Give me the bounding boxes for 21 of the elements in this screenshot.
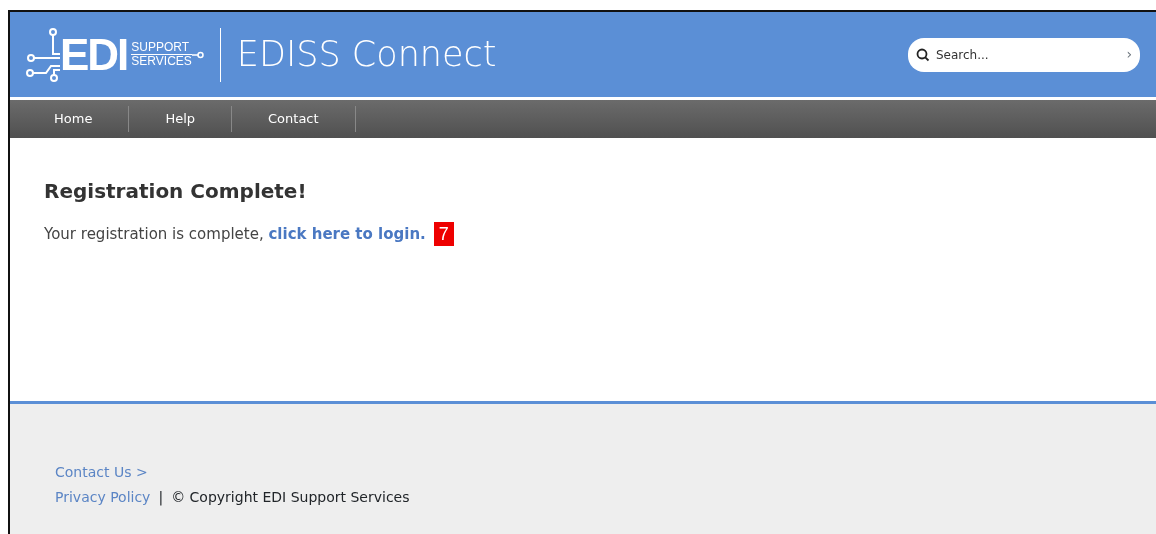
- copyright-text: © Copyright EDI Support Services: [171, 488, 410, 507]
- contact-link[interactable]: Contact Us >: [55, 464, 148, 480]
- privacy-link[interactable]: Privacy Policy: [55, 487, 151, 508]
- logo-mark: EDI: [60, 32, 128, 77]
- logo-text: SERVICES: [131, 55, 192, 68]
- circuit-icon: [26, 27, 60, 82]
- nav-link[interactable]: Home: [18, 106, 130, 132]
- login-link[interactable]: click here to login.: [268, 224, 426, 243]
- message-text: Your registration is complete, click here to login.: [44, 223, 426, 245]
- site-title: EDISS Connect: [236, 33, 497, 77]
- search-icon: [916, 47, 930, 62]
- nav-link[interactable]: Help: [129, 106, 233, 132]
- submit-button[interactable]: ›: [1126, 44, 1132, 65]
- logo-text: SUPPORT: [131, 41, 192, 55]
- separator: |: [158, 488, 164, 508]
- nav-link[interactable]: Contact: [232, 106, 356, 132]
- page-heading: Registration Complete!: [44, 178, 308, 205]
- search-field[interactable]: Search... ›: [908, 37, 1140, 72]
- callout-number: 7: [433, 222, 454, 246]
- search-input: Search...: [934, 44, 1084, 65]
- circuit-icon: [191, 49, 204, 60]
